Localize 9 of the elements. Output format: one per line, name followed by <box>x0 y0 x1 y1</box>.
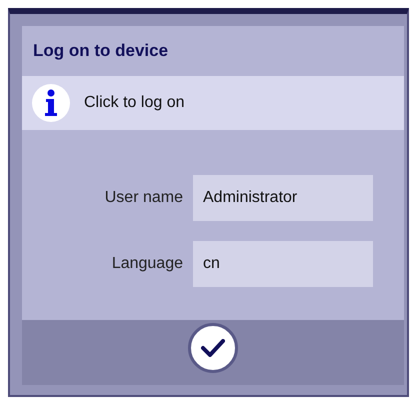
confirm-button[interactable] <box>188 322 238 372</box>
dialog-title: Log on to device <box>22 26 404 76</box>
checkmark-icon <box>201 338 225 356</box>
field-label: User name <box>104 189 183 207</box>
info-icon <box>32 84 70 122</box>
input-field[interactable]: cn <box>193 241 373 287</box>
field-label: Language <box>110 255 183 273</box>
info-message: Click to log on <box>84 94 184 112</box>
input-field[interactable]: Administrator <box>193 175 373 221</box>
